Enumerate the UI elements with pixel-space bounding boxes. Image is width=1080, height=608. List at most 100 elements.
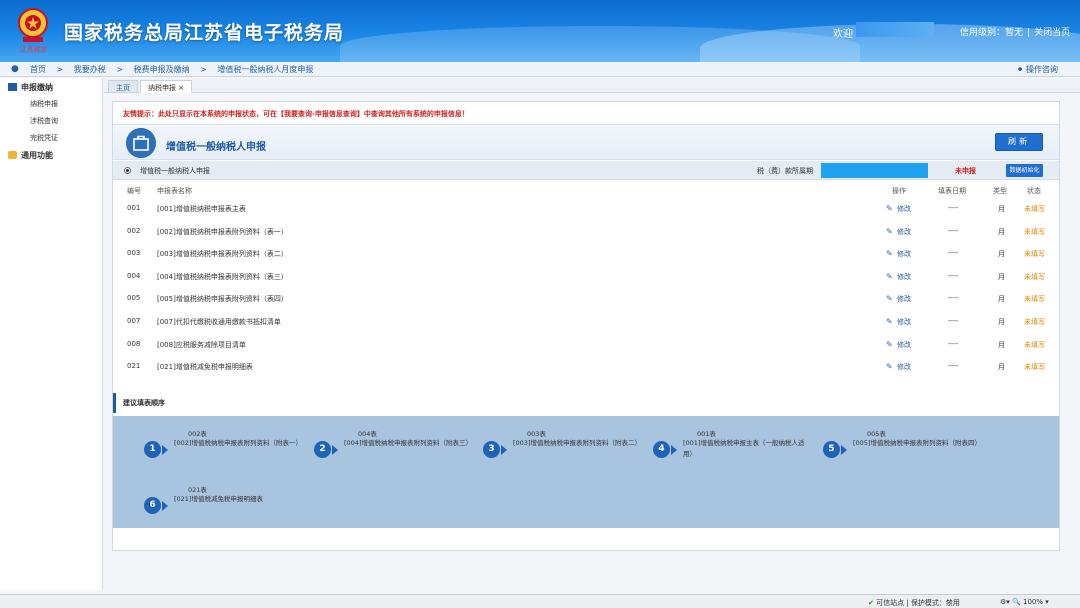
trusted-site-status: ✔ 可信站点 | 保护模式：禁用 [868, 598, 960, 608]
refresh-button[interactable]: 刷新 [995, 133, 1043, 151]
breadcrumb-home[interactable]: 首页 [30, 65, 46, 74]
edit-button[interactable]: ✎ 修改 [886, 204, 911, 214]
tax-period-label: 税（费）款所属期 [757, 167, 813, 175]
step-form-code: 021表 [188, 486, 207, 494]
pencil-icon: ✎ [886, 317, 893, 326]
edit-button[interactable]: ✎ 修改 [886, 362, 911, 372]
edit-button[interactable]: ✎ 修改 [886, 227, 911, 237]
site-header: 江苏税务 国家税务总局江苏省电子税务局 欢迎 信用级别：暂无 | 关闭当页 [0, 0, 1080, 62]
row-form-name: [008]应税服务减除项目清单 [157, 340, 246, 349]
row-id: 007 [127, 317, 141, 325]
tab-home[interactable]: 主页 [108, 80, 138, 93]
step-form-name: [004]增值税纳税申报表附列资料（附表三） [344, 439, 472, 447]
row-status: 未填写 [1024, 295, 1045, 304]
row-fill-date: ---- [948, 362, 959, 371]
row-form-name: [002]增值税纳税申报表附列资料（表一） [157, 227, 288, 236]
sidebar-group-label: 通用功能 [21, 151, 53, 160]
breadcrumb-declare-pay[interactable]: 税费申报及缴纳 [134, 65, 190, 74]
declaration-status: 未申报 [955, 167, 976, 175]
edit-button[interactable]: ✎ 修改 [886, 272, 911, 282]
edit-label: 修改 [897, 295, 911, 304]
tax-emblem-icon [18, 8, 48, 42]
row-fill-date: ---- [948, 249, 959, 258]
row-status: 未填写 [1024, 272, 1045, 281]
row-type: 月 [998, 295, 1005, 304]
row-fill-date: ---- [948, 271, 959, 280]
breadcrumb-path: 首页 > 我要办税 > 税费申报及缴纳 > 增值税一般纳税人月度申报 [30, 64, 321, 75]
zoom-control[interactable]: ⚙▾ 🔍 100% ▾ [1000, 598, 1049, 606]
check-icon: ✔ [868, 599, 874, 607]
pencil-icon: ✎ [886, 339, 893, 349]
row-form-name: [004]增值税纳税申报表附列资料（表三） [157, 272, 288, 281]
breadcrumb-separator: > [56, 65, 64, 74]
briefcase-icon [126, 128, 156, 158]
breadcrumb-separator: > [116, 65, 124, 74]
table-row: 002 [002]增值税纳税申报表附列资料（表一） ✎ 修改 ---- 月 未填写 [113, 227, 1059, 249]
arrow-right-icon [671, 445, 677, 455]
row-form-name: [021]增值税减免税申报明细表 [157, 363, 253, 372]
arrow-right-icon [162, 501, 168, 511]
edit-button[interactable]: ✎ 修改 [886, 249, 911, 259]
close-page-link[interactable]: 关闭当页 [1034, 28, 1070, 38]
help-consult-link[interactable]: ⚫ 操作咨询 [1017, 64, 1058, 75]
sidebar-group-declare-pay[interactable]: 申报缴纳 [8, 82, 53, 93]
step-form-code: 003表 [527, 430, 546, 438]
col-header-status: 状态 [1027, 187, 1041, 195]
edit-label: 修改 [897, 318, 911, 326]
edit-label: 修改 [897, 250, 911, 259]
edit-button[interactable]: ✎ 修改 [886, 317, 911, 327]
arrow-right-icon [332, 445, 338, 455]
row-fill-date: ---- [948, 317, 959, 325]
sidebar-item-tax-certificate[interactable]: 完税凭证 [30, 133, 58, 143]
table-row: 004 [004]增值税纳税申报表附列资料（表三） ✎ 修改 ---- 月 未填写 [113, 272, 1059, 294]
step-form-name: [001]增值税纳税申报主表（一般纳税人适用） [683, 439, 805, 458]
col-header-date: 填表日期 [938, 187, 966, 195]
row-type: 月 [998, 227, 1005, 236]
step-number: 2 [314, 441, 331, 458]
pencil-icon: ✎ [886, 271, 893, 281]
row-status: 未填写 [1024, 363, 1045, 372]
breadcrumb-tax-service[interactable]: 我要办税 [74, 65, 106, 74]
tab-tax-declare[interactable]: 纳税申报 × [140, 80, 193, 93]
row-fill-date: ---- [948, 339, 959, 348]
row-fill-date: ---- [948, 204, 959, 212]
data-init-button[interactable]: 数据初始化 [1006, 164, 1043, 177]
edit-label: 修改 [897, 340, 911, 349]
row-type: 月 [998, 318, 1005, 326]
row-id: 021 [127, 362, 141, 371]
row-id: 002 [127, 226, 141, 235]
step-form-code: 005表 [867, 430, 886, 438]
emblem-caption: 江苏税务 [19, 46, 47, 54]
row-type: 月 [998, 250, 1005, 259]
row-status: 未填写 [1024, 340, 1045, 349]
sidebar-group-label: 申报缴纳 [21, 83, 53, 92]
row-id: 001 [127, 204, 141, 212]
step-form-name: [003]增值税纳税申报表附列资料（附表二） [513, 439, 641, 447]
row-status: 未填写 [1024, 250, 1045, 259]
row-form-name: [005]增值税纳税申报表附列资料（表四） [157, 295, 288, 304]
sidebar-item-tax-declare[interactable]: 纳税申报 [30, 99, 58, 109]
tab-bar: 主页 纳税申报 × [104, 79, 1080, 93]
edit-button[interactable]: ✎ 修改 [886, 340, 911, 350]
row-form-name: [001]增值税纳税申报表主表 [157, 205, 246, 213]
suggested-order-title: 建议填表顺序 [113, 393, 1059, 413]
step-form-name: [005]增值税纳税申报表附列资料（附表四） [853, 439, 981, 447]
row-type: 月 [998, 363, 1005, 372]
step-number: 4 [653, 441, 670, 458]
step-form-name: [002]增值税纳税申报表附列资料（附表一） [174, 439, 302, 447]
sidebar-item-tax-query[interactable]: 涉税查询 [30, 116, 58, 126]
step-form-name: [021]增值税减免税申报明细表 [174, 495, 263, 503]
pencil-icon: ✎ [886, 204, 893, 213]
pencil-icon: ✎ [886, 294, 893, 304]
welcome-text: 欢迎 [833, 29, 853, 40]
edit-button[interactable]: ✎ 修改 [886, 294, 911, 304]
breadcrumb: ● 首页 > 我要办税 > 税费申报及缴纳 > 增值税一般纳税人月度申报 ⚫ 操… [0, 62, 1080, 77]
declaration-radio[interactable] [124, 167, 131, 174]
step-form-code: 001表 [697, 430, 716, 438]
settings-icon: ⚙▾ [1000, 598, 1010, 606]
form-header: 增值税一般纳税人申报 刷新 [113, 124, 1059, 160]
table-row: 021 [021]增值税减免税申报明细表 ✎ 修改 ---- 月 未填写 [113, 362, 1059, 384]
row-type: 月 [998, 272, 1005, 281]
row-fill-date: ---- [948, 294, 959, 303]
sidebar-group-common[interactable]: 通用功能 [8, 150, 53, 161]
